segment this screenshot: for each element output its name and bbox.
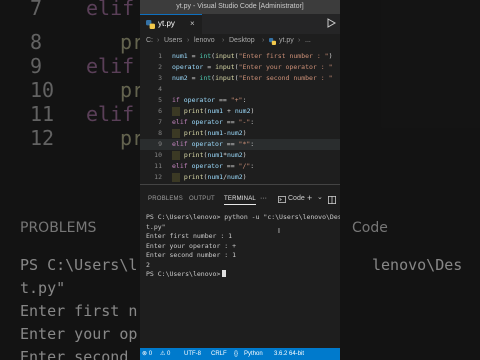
code-text: elif operator == "-": bbox=[172, 118, 255, 126]
code-line[interactable]: 7 elif operator == "-": bbox=[140, 117, 340, 128]
status-bar: ⊗ 0 ⚠ 0 UTF-8 CRLF {} Python 3.6.2 64-bi… bbox=[140, 348, 340, 360]
interpreter-version[interactable]: 3.6.2 64-bit bbox=[274, 348, 304, 360]
line-number: 10 bbox=[154, 151, 162, 159]
code-text: if operator == "+": bbox=[172, 96, 247, 104]
breadcrumb-file[interactable]: yt.py bbox=[279, 34, 294, 48]
line-number: 4 bbox=[158, 85, 162, 93]
line-number: 3 bbox=[158, 74, 162, 82]
tab-close-icon[interactable]: × bbox=[190, 19, 195, 28]
chevron-down-icon[interactable]: ⌄ bbox=[317, 193, 323, 201]
code-text: print(num1*num2) bbox=[172, 150, 247, 161]
tab-terminal[interactable]: TERMINAL bbox=[224, 196, 256, 205]
line-number: 5 bbox=[158, 96, 162, 104]
code-line[interactable]: 1 num1 = int(input("Enter first number : … bbox=[140, 51, 340, 62]
errors-count[interactable]: ⊗ 0 bbox=[142, 348, 152, 360]
terminal-icon bbox=[278, 196, 286, 203]
terminal-line: 2 bbox=[146, 260, 150, 269]
breadcrumb-separator: › bbox=[262, 37, 265, 44]
indent-guide bbox=[172, 128, 180, 138]
python-icon: {} bbox=[234, 351, 239, 357]
code-text: num1 = int(input("Enter first number : "… bbox=[172, 52, 333, 60]
run-icon[interactable] bbox=[326, 18, 336, 28]
line-number: 2 bbox=[158, 63, 162, 71]
line-number: 7 bbox=[158, 118, 162, 126]
code-line[interactable]: 5 if operator == "+": bbox=[140, 95, 340, 106]
breadcrumb-separator: › bbox=[222, 37, 225, 44]
code-line[interactable]: 8 print(num1-num2) bbox=[140, 128, 340, 139]
terminal-line: PS C:\Users\lenovo> bbox=[146, 270, 340, 280]
code-line[interactable]: 6 print(num1 + num2) bbox=[140, 106, 340, 117]
tab-label: yt.py bbox=[158, 19, 175, 28]
eol-indicator[interactable]: CRLF bbox=[211, 348, 227, 360]
more-tabs-icon[interactable]: ··· bbox=[260, 195, 267, 202]
python-file-icon bbox=[269, 38, 276, 45]
code-line[interactable]: 3 num2 = int(input("Enter second number :… bbox=[140, 73, 340, 84]
breadcrumb-drive[interactable]: C: bbox=[146, 34, 153, 48]
tab-output[interactable]: OUTPUT bbox=[189, 196, 215, 202]
terminal-line: Enter first number : 1 bbox=[146, 232, 233, 240]
tab-problems[interactable]: PROBLEMS bbox=[148, 196, 183, 202]
code-text: elif operator == "*": bbox=[172, 140, 255, 148]
indent-guide bbox=[172, 150, 180, 160]
panel-tabs: PROBLEMS OUTPUT TERMINAL ··· Code + ⌄ bbox=[140, 193, 340, 207]
shell-selector[interactable]: Code bbox=[288, 195, 305, 202]
terminal-line: PS C:\Users\lenovo> python -u "c:\Users\… bbox=[146, 213, 340, 221]
new-terminal-button[interactable]: + bbox=[307, 193, 312, 203]
breadcrumb-lenovo[interactable]: lenovo bbox=[194, 34, 215, 48]
breadcrumb-separator: › bbox=[157, 37, 160, 44]
breadcrumb-users[interactable]: Users bbox=[164, 34, 182, 48]
terminal-line: Enter second number : 1 bbox=[146, 251, 237, 259]
window-title: yt.py - Visual Studio Code [Administrato… bbox=[176, 3, 304, 10]
line-number: 9 bbox=[158, 140, 162, 148]
code-text: operator = input("Enter your operator : … bbox=[172, 63, 333, 71]
code-line[interactable]: 4 bbox=[140, 84, 340, 95]
vscode-window: yt.py - Visual Studio Code [Administrato… bbox=[140, 0, 340, 360]
code-line[interactable]: 12 print(num1/num2) bbox=[140, 172, 340, 183]
code-line[interactable]: 9 elif operator == "*": bbox=[140, 139, 340, 150]
text-cursor-icon: I bbox=[278, 228, 280, 235]
editor-tab-bar: yt.py × bbox=[140, 14, 340, 34]
language-mode[interactable]: Python bbox=[244, 348, 263, 360]
terminal-line: Enter your operator : + bbox=[146, 241, 237, 250]
breadcrumb-separator: › bbox=[298, 37, 301, 44]
code-line[interactable]: 2 operator = input("Enter your operator :… bbox=[140, 62, 340, 73]
terminal-output[interactable]: PS C:\Users\lenovo> python -u "c:\Users\… bbox=[146, 213, 340, 280]
indent-guide bbox=[172, 172, 180, 182]
breadcrumb: C: › Users › lenovo › Desktop › yt.py › … bbox=[140, 34, 340, 48]
terminal-cursor bbox=[222, 270, 227, 277]
code-text: print(num1 + num2) bbox=[172, 106, 254, 117]
line-number: 12 bbox=[154, 173, 162, 181]
code-editor[interactable]: 1 num1 = int(input("Enter first number : … bbox=[140, 48, 340, 184]
line-number: 11 bbox=[154, 162, 162, 170]
python-file-icon bbox=[146, 20, 155, 29]
code-text: num2 = int(input("Enter second number : … bbox=[172, 74, 333, 82]
code-line[interactable]: 10 print(num1*num2) bbox=[140, 150, 340, 161]
line-number: 1 bbox=[158, 52, 162, 60]
encoding-indicator[interactable]: UTF-8 bbox=[184, 348, 201, 360]
breadcrumb-separator: › bbox=[187, 37, 190, 44]
code-text: print(num1/num2) bbox=[172, 172, 247, 183]
terminal-line: t.py" bbox=[146, 222, 166, 231]
breadcrumb-desktop[interactable]: Desktop bbox=[229, 34, 255, 48]
code-text: print(num1-num2) bbox=[172, 128, 247, 139]
code-line[interactable]: 11 elif operator == "/": bbox=[140, 161, 340, 172]
indent-guide bbox=[172, 106, 180, 116]
breadcrumb-more[interactable]: ... bbox=[305, 34, 311, 48]
terminal-panel: PROBLEMS OUTPUT TERMINAL ··· Code + ⌄ PS… bbox=[140, 184, 340, 349]
warnings-count[interactable]: ⚠ 0 bbox=[160, 348, 170, 360]
code-text: elif operator == "/": bbox=[172, 162, 255, 170]
tab-yt-py[interactable]: yt.py × bbox=[140, 14, 202, 34]
split-terminal-icon[interactable] bbox=[328, 196, 336, 204]
line-number: 6 bbox=[158, 107, 162, 115]
line-number: 8 bbox=[158, 129, 162, 137]
title-bar: yt.py - Visual Studio Code [Administrato… bbox=[140, 0, 340, 14]
